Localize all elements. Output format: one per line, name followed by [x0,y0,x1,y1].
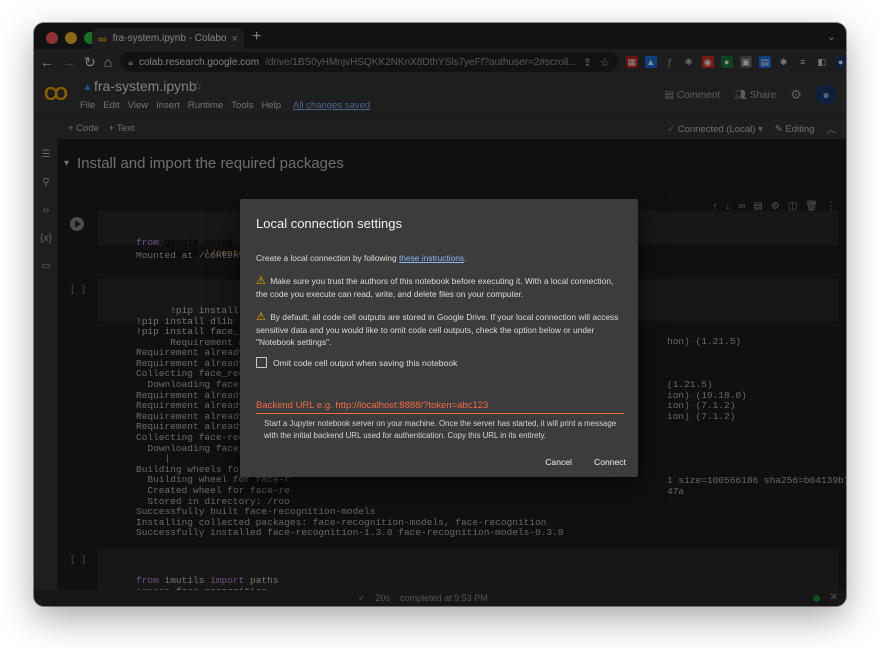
dialog-actions: Cancel Connect [545,457,626,467]
trust-warning-text: Make sure you trust the authors of this … [256,276,614,299]
instructions-link[interactable]: these instructions [399,253,464,263]
omit-output-checkbox[interactable] [256,357,267,368]
outputs-warning-text: By default, all code cell outputs are st… [256,312,619,348]
warning-icon: ⚠ [256,311,266,323]
backend-url-input[interactable] [256,398,624,414]
outputs-warning: ⚠ By default, all code cell outputs are … [256,311,626,349]
dialog-intro: Create a local connection by following t… [256,252,626,265]
intro-suffix: . [464,253,467,263]
browser-window: ∞ fra-system.ipynb - Colaboratory × + ⌄ … [34,23,846,606]
trust-warning: ⚠ Make sure you trust the authors of thi… [256,275,626,300]
local-connection-dialog: Local connection settings Create a local… [240,199,638,477]
connect-button[interactable]: Connect [594,457,626,467]
omit-output-label: Omit code cell output when saving this n… [273,357,458,368]
omit-output-option[interactable]: Omit code cell output when saving this n… [256,357,457,368]
warning-icon: ⚠ [256,275,266,287]
dialog-title: Local connection settings [256,216,402,231]
backend-url-help: Start a Jupyter notebook server on your … [264,419,617,440]
intro-text: Create a local connection by following [256,253,399,263]
cancel-button[interactable]: Cancel [545,457,572,467]
